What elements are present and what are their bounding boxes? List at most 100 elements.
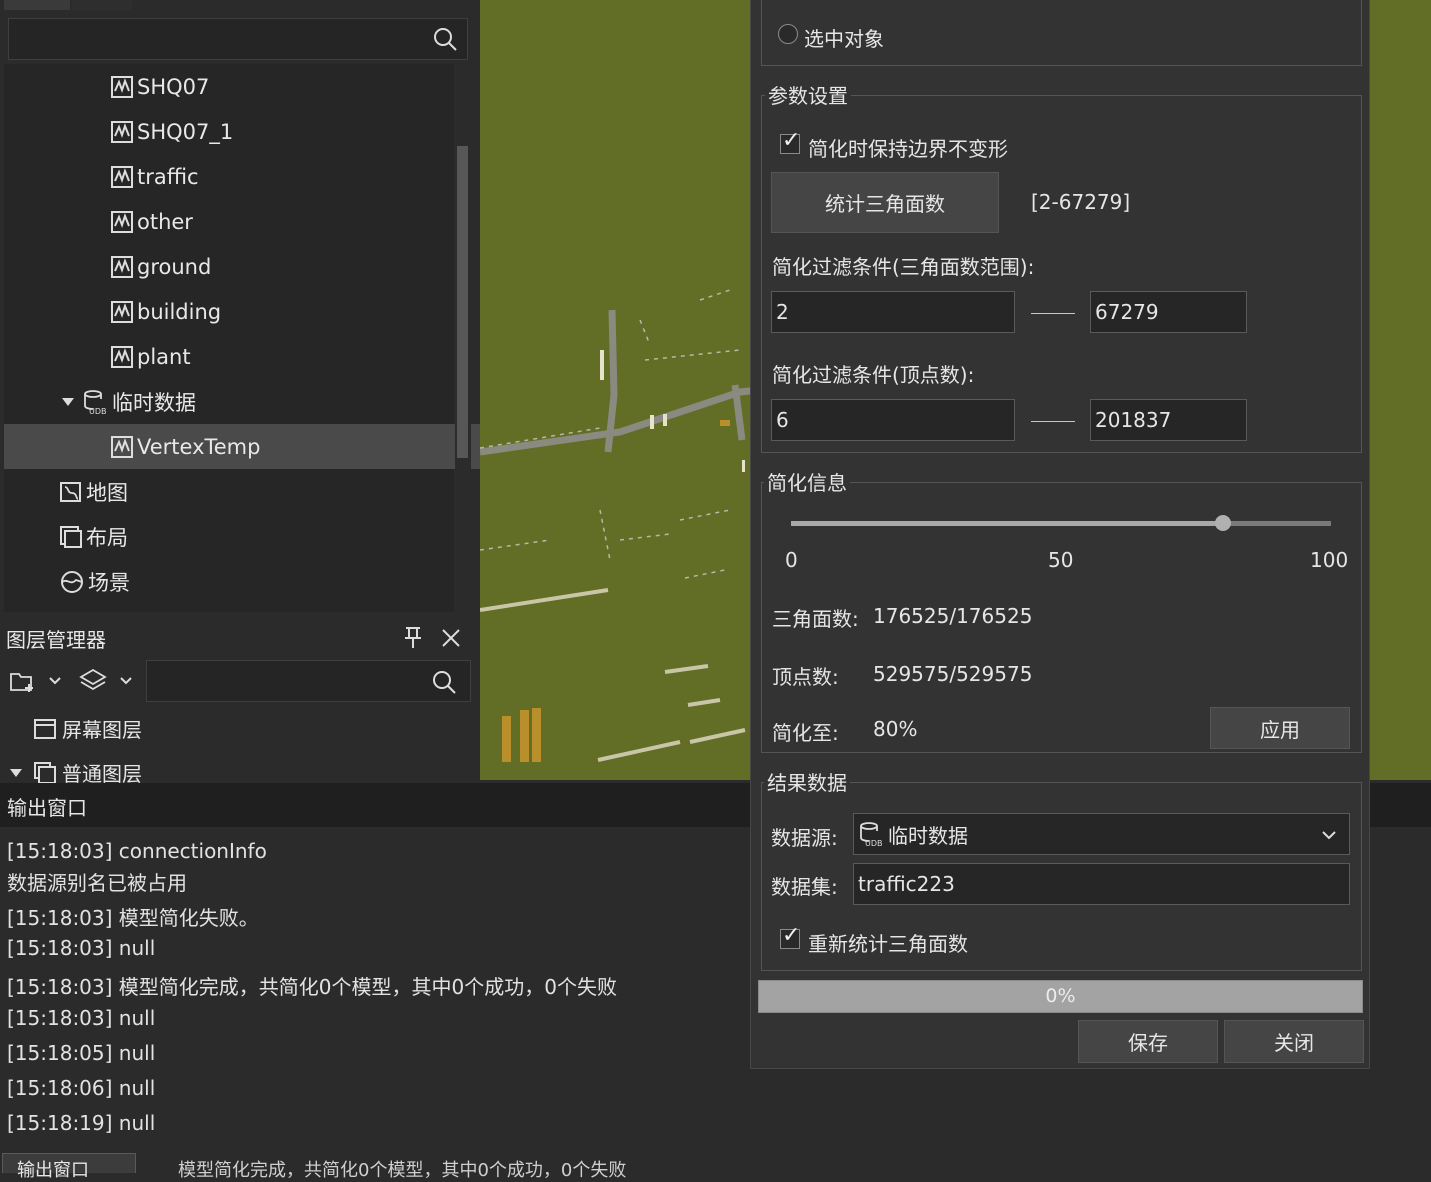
- simplify-slider-track[interactable]: [791, 515, 1331, 531]
- expand-triangle-icon[interactable]: [8, 765, 24, 781]
- map-icon: [60, 481, 81, 502]
- tree-item-temp-datasource[interactable]: UDB 临时数据: [4, 379, 510, 424]
- pin-icon[interactable]: [402, 626, 424, 650]
- simplify-slider-thumb[interactable]: [1215, 515, 1231, 531]
- output-title: 输出窗口: [7, 796, 87, 820]
- chevron-down-icon[interactable]: [48, 676, 62, 686]
- slider-tick-max: 100: [1310, 548, 1349, 572]
- tree-search-input[interactable]: [8, 18, 468, 60]
- selected-object-label: 选中对象: [804, 27, 884, 51]
- dataset-model-icon: [111, 75, 133, 98]
- datasource-value: 临时数据: [888, 823, 968, 848]
- udb-datasource-icon: UDB: [84, 389, 107, 415]
- status-bar-text: 模型简化完成，共简化0个模型，其中0个成功，0个失败: [178, 1160, 627, 1181]
- dataset-model-icon: [111, 255, 133, 278]
- chevron-down-icon[interactable]: [1321, 830, 1337, 840]
- tree-item-layouts[interactable]: 布局: [4, 514, 510, 559]
- vertex-max-input[interactable]: 201837: [1090, 399, 1247, 441]
- layer-item-screen[interactable]: 屏幕图层: [34, 714, 142, 743]
- triangles-max-input[interactable]: 67279: [1090, 291, 1247, 333]
- datasource-select[interactable]: UDB 临时数据: [853, 813, 1350, 855]
- keep-boundary-checkbox[interactable]: [780, 128, 800, 154]
- vertex-min-input[interactable]: 6: [771, 399, 1015, 441]
- tree-item-building[interactable]: building: [4, 289, 561, 334]
- tree-item-label: SHQ07_1: [137, 119, 234, 144]
- layers-icon[interactable]: [79, 667, 107, 695]
- dataset-input[interactable]: traffic223: [853, 863, 1350, 905]
- apply-button[interactable]: 应用: [1210, 707, 1350, 749]
- save-button[interactable]: 保存: [1078, 1020, 1218, 1063]
- tree-item-vertextemp[interactable]: VertexTemp: [4, 424, 561, 469]
- tree-item-label: building: [137, 299, 222, 324]
- tree-item-shq07[interactable]: SHQ07: [4, 64, 561, 109]
- tree-item-label: SHQ07: [137, 74, 210, 99]
- keep-boundary-label: 简化时保持边界不变形: [808, 137, 1008, 161]
- vertex-count-value: 529575/529575: [873, 662, 1033, 686]
- simplify-to-label: 简化至:: [772, 721, 839, 745]
- triangles-count-value: 176525/176525: [873, 604, 1033, 628]
- log-line: [15:18:05] null: [7, 1041, 156, 1065]
- tree-item-label: plant: [137, 344, 191, 369]
- dataset-model-icon: [111, 120, 133, 143]
- range-dash: [1031, 313, 1075, 314]
- vertex-count-label: 顶点数:: [772, 665, 839, 689]
- tree-item-scenes[interactable]: 场景: [4, 559, 510, 604]
- udb-datasource-icon: UDB: [860, 822, 883, 847]
- range-dash: [1031, 421, 1075, 422]
- expand-triangle-icon[interactable]: [60, 394, 76, 410]
- scrollbar-thumb[interactable]: [457, 146, 468, 458]
- tree-item-ground[interactable]: ground: [4, 244, 561, 289]
- resource-tab[interactable]: [72, 0, 132, 10]
- layer-group-icon: [34, 761, 56, 784]
- recount-triangles-checkbox[interactable]: [780, 923, 800, 949]
- tree-item-label: ground: [137, 254, 212, 279]
- search-icon[interactable]: [431, 25, 459, 53]
- search-icon[interactable]: [430, 668, 458, 696]
- tree-scrollbar[interactable]: [455, 64, 471, 612]
- dataset-model-icon: [111, 300, 133, 323]
- layer-item-label: 屏幕图层: [62, 718, 142, 742]
- count-range-value: [2-67279]: [1031, 190, 1131, 214]
- scene-icon: [61, 570, 83, 593]
- tree-item-label: 地图: [86, 480, 128, 505]
- log-line: [15:18:03] null: [7, 1006, 156, 1030]
- tree-item-maps[interactable]: 地图: [4, 469, 510, 514]
- chevron-down-icon[interactable]: [119, 676, 133, 686]
- model-simplify-dialog: 选中对象 参数设置 简化时保持边界不变形 统计三角面数 [2-67279] 简化…: [750, 0, 1370, 1069]
- tree-item-label: 场景: [88, 570, 130, 595]
- log-line: [15:18:03] connectionInfo: [7, 839, 267, 863]
- filter-vertex-label: 简化过滤条件(顶点数):: [772, 363, 975, 387]
- simplify-info-title: 简化信息: [764, 471, 850, 495]
- simplify-slider-fill: [791, 521, 1223, 526]
- tree-item-shq07-1[interactable]: SHQ07_1: [4, 109, 561, 154]
- close-icon[interactable]: [441, 628, 461, 648]
- workspace-tab[interactable]: [4, 0, 70, 10]
- recount-triangles-label: 重新统计三角面数: [808, 932, 968, 956]
- triangles-min-input[interactable]: 2: [771, 291, 1015, 333]
- slider-tick-mid: 50: [1048, 548, 1074, 572]
- dataset-model-icon: [111, 210, 133, 233]
- dataset-label: 数据集:: [771, 875, 838, 899]
- tree-item-label: 临时数据: [112, 390, 196, 415]
- tree-item-label: other: [137, 209, 193, 234]
- tree-item-plant[interactable]: plant: [4, 334, 561, 379]
- count-triangles-button[interactable]: 统计三角面数: [771, 172, 999, 233]
- dataset-model-icon: [111, 435, 133, 458]
- datasource-label: 数据源:: [771, 826, 838, 850]
- output-window-tab[interactable]: 输出窗口: [2, 1153, 136, 1181]
- layer-search-input[interactable]: [146, 660, 471, 702]
- tree-item-label: VertexTemp: [137, 434, 261, 459]
- workspace-tree: SHQ07 SHQ07_1 traffic other ground build…: [4, 64, 561, 612]
- tree-item-label: 布局: [86, 525, 128, 550]
- layer-manager-title: 图层管理器: [6, 628, 106, 652]
- add-layer-icon[interactable]: [9, 670, 37, 694]
- params-title: 参数设置: [765, 84, 851, 108]
- selected-object-radio[interactable]: [778, 24, 798, 44]
- result-data-title: 结果数据: [764, 771, 850, 795]
- log-line: [15:18:03] 模型简化完成，共简化0个模型，其中0个成功，0个失败: [7, 975, 617, 999]
- tree-item-traffic[interactable]: traffic: [4, 154, 561, 199]
- dataset-model-icon: [111, 165, 133, 188]
- tree-item-other[interactable]: other: [4, 199, 561, 244]
- close-button[interactable]: 关闭: [1224, 1020, 1364, 1063]
- dataset-model-icon: [111, 345, 133, 368]
